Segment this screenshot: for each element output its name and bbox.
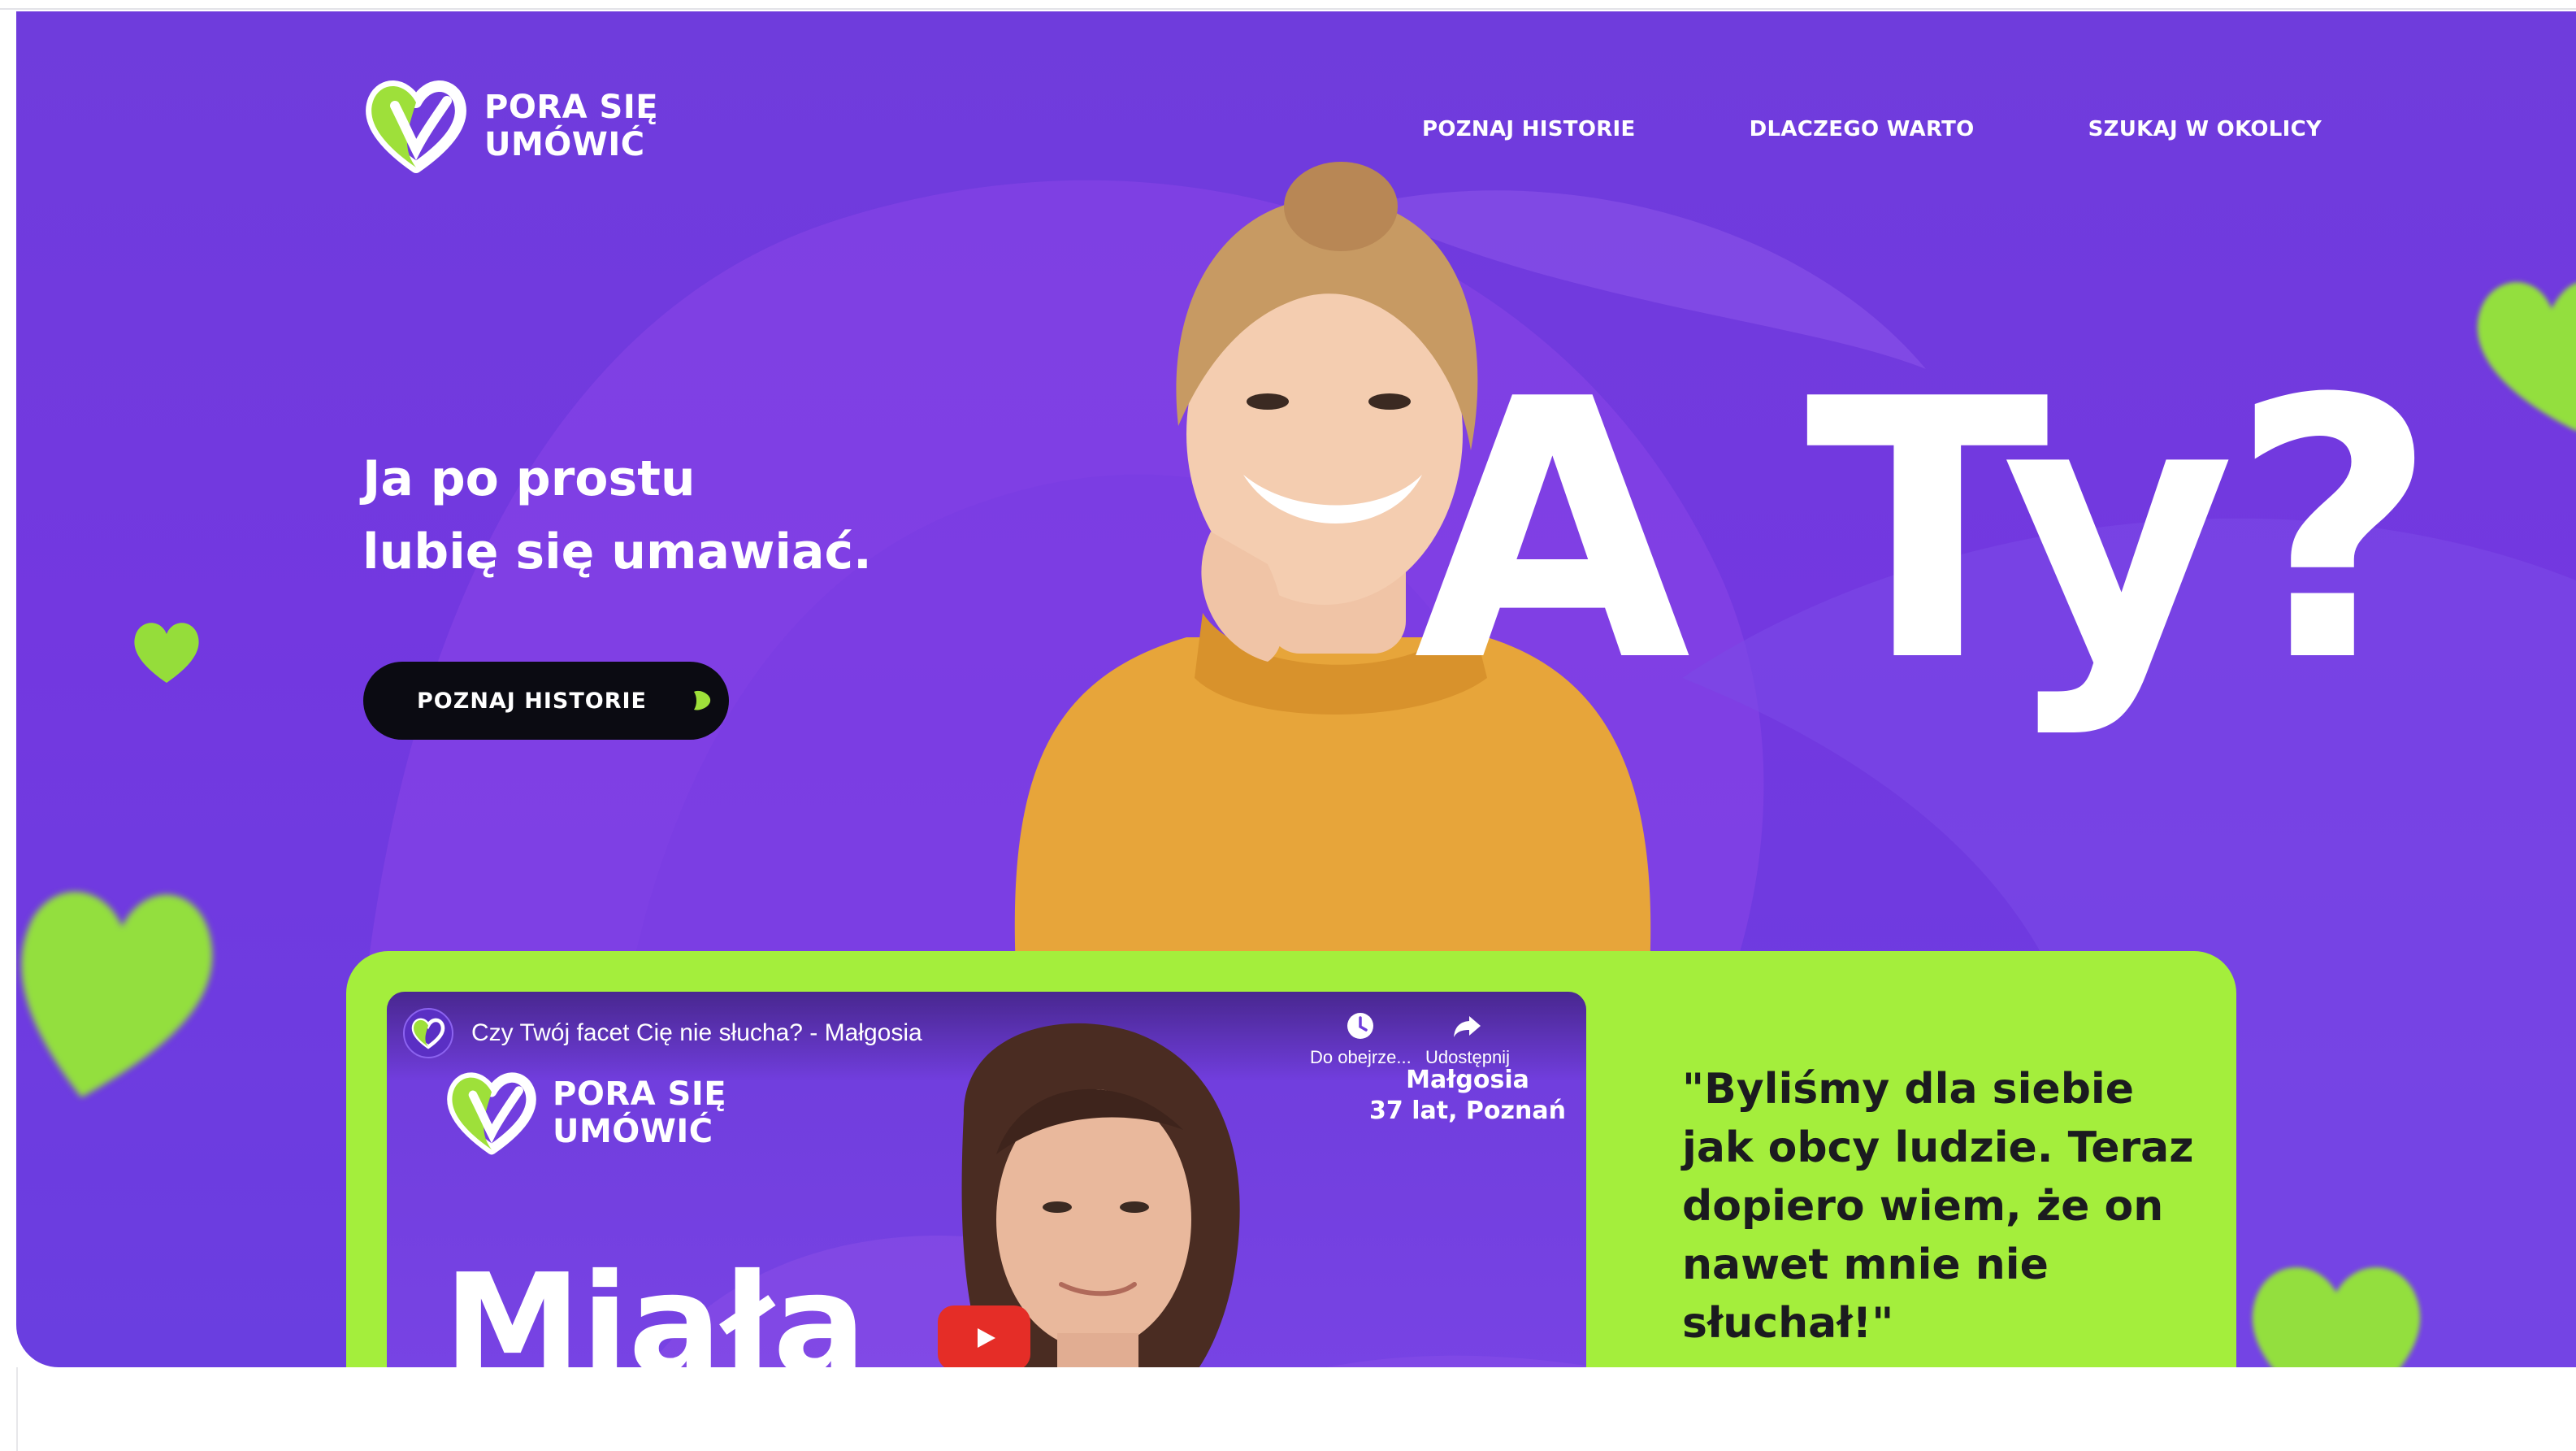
watch-later-button[interactable]: Do obejrze... bbox=[1310, 1010, 1412, 1068]
video-brand-logo: PORA SIĘ UMÓWIĆ bbox=[444, 1069, 726, 1157]
nav-item-poznaj-historie[interactable]: POZNAJ HISTORIE bbox=[1422, 117, 1636, 141]
video-logo-line2: UMÓWIĆ bbox=[553, 1113, 713, 1150]
hero-headline-line2: lubię się umawiać. bbox=[362, 523, 872, 580]
cta-label: POZNAJ HISTORIE bbox=[417, 688, 647, 714]
logo-text-line1: PORA SIĘ bbox=[484, 89, 659, 126]
main-nav: POZNAJ HISTORIE DLACZEGO WARTO SZUKAJ W … bbox=[1422, 117, 2322, 141]
page-below-hero bbox=[0, 1367, 2576, 1451]
floating-heart-icon bbox=[134, 623, 199, 683]
share-icon bbox=[1453, 1016, 1481, 1037]
hero-headline-line1: Ja po prostu bbox=[362, 450, 696, 507]
floating-heart-icon bbox=[21, 892, 213, 1097]
floating-heart-icon bbox=[2477, 282, 2576, 431]
video-title[interactable]: Czy Twój facet Cię nie słucha? - Małgosi… bbox=[471, 1019, 922, 1047]
heart-logo-icon bbox=[447, 1072, 536, 1155]
page-left-rule bbox=[16, 1367, 18, 1451]
hero-big-text: A Ty? bbox=[1414, 324, 2438, 740]
youtube-play-button[interactable] bbox=[938, 1305, 1030, 1371]
nav-item-dlaczego-warto[interactable]: DLACZEGO WARTO bbox=[1750, 117, 1975, 141]
heart-logo-icon bbox=[366, 80, 466, 173]
video-logo-line1: PORA SIĘ bbox=[553, 1075, 727, 1113]
share-button[interactable]: Udostępnij bbox=[1425, 1010, 1510, 1068]
nav-item-szukaj-w-okolicy[interactable]: SZUKAJ W OKOLICY bbox=[2088, 117, 2322, 141]
browser-top-edge bbox=[0, 0, 2576, 10]
logo-text-line2: UMÓWIĆ bbox=[484, 126, 645, 163]
person-name: Małgosia bbox=[1406, 1066, 1529, 1094]
play-icon bbox=[978, 1328, 995, 1348]
person-details: 37 lat, Poznań bbox=[1369, 1097, 1566, 1125]
green-heart-icon bbox=[694, 690, 711, 710]
testimonial-quote: "Byliśmy dla siebie jak obcy ludzie. Ter… bbox=[1682, 1065, 2194, 1348]
channel-avatar[interactable] bbox=[403, 1008, 453, 1058]
poznaj-historie-button[interactable]: POZNAJ HISTORIE bbox=[363, 662, 729, 740]
clock-icon bbox=[1347, 1013, 1374, 1039]
site-logo[interactable]: PORA SIĘ UMÓWIĆ bbox=[362, 76, 658, 176]
heart-logo-icon bbox=[411, 1018, 445, 1049]
hero-headline: Ja po prostu lubię się umawiać. bbox=[362, 442, 872, 589]
video-person-caption: Małgosia 37 lat, Poznań bbox=[1354, 1065, 1581, 1127]
